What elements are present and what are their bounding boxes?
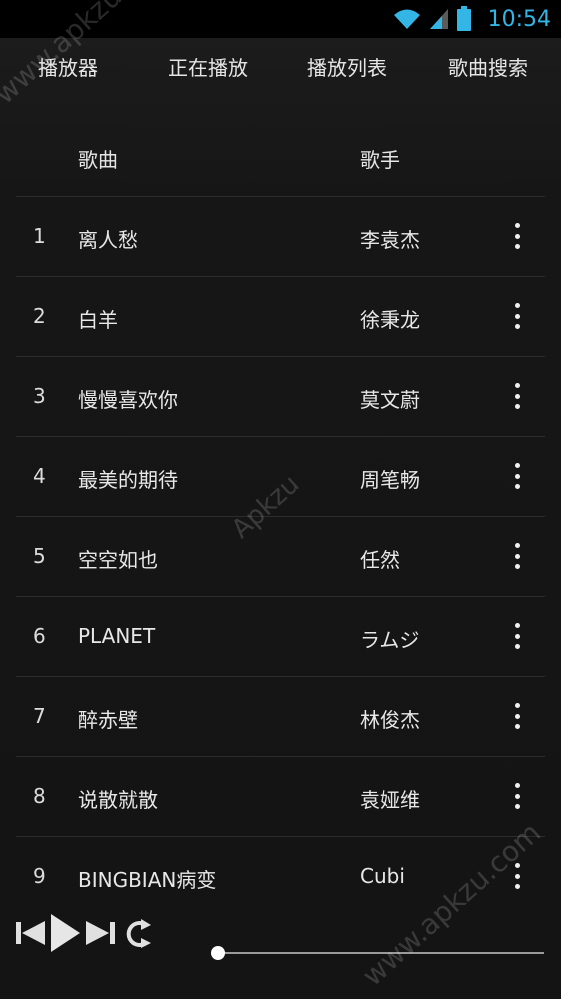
song-number: 2 (33, 304, 46, 328)
song-row[interactable]: 6 PLANET ラムジ (16, 597, 545, 677)
tab-player[interactable]: 播放器 (38, 52, 98, 81)
more-options-icon[interactable] (506, 859, 528, 893)
song-row[interactable]: 9 BINGBIAN病变 Cubi (16, 837, 545, 916)
song-row[interactable]: 7 醉赤壁 林俊杰 (16, 677, 545, 757)
status-time: 10:54 (487, 6, 551, 32)
song-list: 1 离人愁 李袁杰 2 白羊 徐秉龙 3 慢慢喜欢你 莫文蔚 4 最美的期待 周… (16, 197, 545, 916)
song-title: 醉赤壁 (78, 708, 138, 732)
song-artist: Cubi (360, 864, 405, 888)
progress-seek-bar[interactable] (211, 946, 544, 960)
song-artist: 徐秉龙 (360, 308, 420, 332)
song-artist: 周笔畅 (360, 468, 420, 492)
more-options-icon[interactable] (506, 459, 528, 493)
song-number: 5 (33, 544, 46, 568)
tab-song-search[interactable]: 歌曲搜索 (448, 52, 528, 81)
song-title: 离人愁 (78, 228, 138, 252)
more-options-icon[interactable] (506, 219, 528, 253)
playback-controls (14, 910, 154, 956)
song-number: 6 (33, 624, 46, 648)
song-title: 最美的期待 (78, 468, 178, 492)
more-options-icon[interactable] (506, 299, 528, 333)
previous-icon[interactable] (14, 910, 48, 960)
song-row[interactable]: 4 最美的期待 周笔畅 (16, 437, 545, 517)
song-title: 白羊 (78, 308, 118, 332)
song-row[interactable]: 8 说散就散 袁娅维 (16, 757, 545, 837)
next-icon[interactable] (84, 910, 118, 960)
song-title: 空空如也 (78, 548, 158, 572)
song-row[interactable]: 5 空空如也 任然 (16, 517, 545, 597)
music-player-screen: 10:54 播放器 正在播放 播放列表 歌曲搜索 歌曲 歌手 1 离人愁 李袁杰… (0, 0, 561, 999)
play-icon[interactable] (48, 910, 82, 960)
repeat-icon[interactable] (118, 910, 154, 960)
header-artist: 歌手 (360, 148, 400, 172)
more-options-icon[interactable] (506, 379, 528, 413)
song-artist: ラムジ (360, 628, 420, 652)
song-row[interactable]: 3 慢慢喜欢你 莫文蔚 (16, 357, 545, 437)
more-options-icon[interactable] (506, 619, 528, 653)
wifi-icon (392, 7, 422, 31)
tab-playlist[interactable]: 播放列表 (307, 52, 387, 81)
song-artist: 林俊杰 (360, 708, 420, 732)
song-artist: 袁娅维 (360, 788, 420, 812)
song-list-header: 歌曲 歌手 (16, 118, 545, 197)
header-song: 歌曲 (78, 148, 118, 172)
more-options-icon[interactable] (506, 539, 528, 573)
song-number: 4 (33, 464, 46, 488)
song-number: 3 (33, 384, 46, 408)
tab-now-playing[interactable]: 正在播放 (168, 52, 248, 81)
song-artist: 莫文蔚 (360, 388, 420, 412)
signal-icon (428, 7, 450, 31)
song-number: 8 (33, 784, 46, 808)
song-title: 说散就散 (78, 788, 158, 812)
song-artist: 任然 (360, 548, 400, 572)
song-title: BINGBIAN病变 (78, 868, 217, 892)
song-title: 慢慢喜欢你 (78, 388, 178, 412)
status-bar: 10:54 (0, 0, 561, 38)
song-artist: 李袁杰 (360, 228, 420, 252)
song-row[interactable]: 2 白羊 徐秉龙 (16, 277, 545, 357)
seek-track (218, 952, 544, 954)
song-number: 1 (33, 224, 46, 248)
song-title: PLANET (78, 624, 156, 648)
song-row[interactable]: 1 离人愁 李袁杰 (16, 197, 545, 277)
song-number: 9 (33, 864, 46, 888)
more-options-icon[interactable] (506, 779, 528, 813)
more-options-icon[interactable] (506, 699, 528, 733)
song-number: 7 (33, 704, 46, 728)
battery-icon (456, 6, 472, 32)
top-tabs: 播放器 正在播放 播放列表 歌曲搜索 (0, 38, 561, 98)
seek-thumb[interactable] (211, 946, 225, 960)
